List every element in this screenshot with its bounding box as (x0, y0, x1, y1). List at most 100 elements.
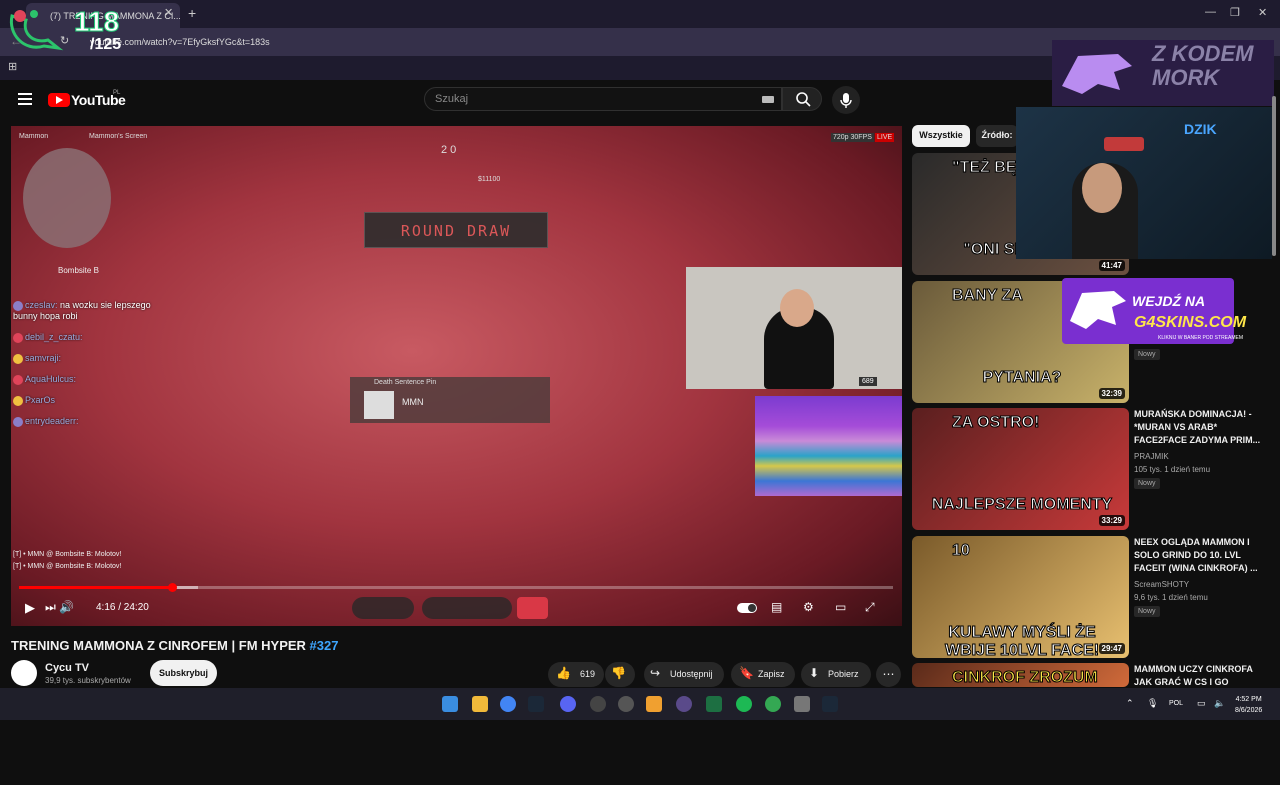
new-badge: Nowy (1134, 606, 1160, 617)
channel-name[interactable]: Cycu TV (45, 662, 89, 674)
game-money: $11100 (478, 176, 501, 183)
streamer-brand-overlay: Z KODEM MORK (1052, 40, 1274, 106)
counter-big: 118 (73, 6, 120, 38)
excel-icon[interactable] (706, 696, 722, 712)
scrollbar-thumb[interactable] (1272, 96, 1276, 256)
search-input[interactable]: Szukaj (424, 87, 782, 111)
tab-close-icon[interactable]: ✕ (164, 6, 173, 19)
theater-mode-icon[interactable]: ▭ (835, 600, 846, 614)
save-label: Zapisz (758, 669, 785, 679)
chip-source[interactable]: Źródło: (976, 125, 1018, 147)
panther-logo-icon (1062, 54, 1132, 94)
stream-source-2: Mammon's Screen (89, 133, 148, 140)
thumbs-down-icon: 👎 (611, 666, 626, 680)
stream-mic-controls[interactable] (352, 597, 414, 619)
discord-icon[interactable] (560, 696, 576, 712)
video-title-text: TRENING MAMMONA Z CINROFEM | FM HYPER (11, 638, 310, 653)
progress-played (19, 586, 172, 589)
thumbnail-text: NAJLEPSZE MOMENTY (931, 496, 1113, 514)
tray-chevron-icon[interactable]: ⌃ (1126, 698, 1134, 709)
minimize-icon[interactable]: — (1205, 6, 1216, 18)
chip-all[interactable]: Wszystkie (912, 125, 970, 147)
speaker-icon[interactable]: 🔈 (1214, 698, 1225, 709)
autoplay-toggle[interactable] (737, 603, 757, 613)
obs-icon[interactable] (676, 696, 692, 712)
chat-badge-icon (13, 353, 23, 364)
chat-badge-icon (13, 395, 23, 406)
minimap-label: Bombsite B (58, 266, 99, 275)
game-minimap (23, 148, 111, 248)
keyboard-language[interactable]: POL (1169, 700, 1183, 707)
clock[interactable]: 4:52 PM 8/6/2026 (1235, 694, 1262, 716)
start-icon[interactable] (442, 696, 458, 712)
brand-text-line: MORK (1152, 65, 1220, 90)
pin-notification: Death Sentence Pin MMN (350, 377, 550, 423)
recommendation-thumbnail[interactable]: 10 KULAWY MYŚLI ŻE WBIJE 10LVL FACE! 29:47 (912, 536, 1129, 658)
neon-sign (1104, 137, 1144, 151)
video-player[interactable]: Bombsite B Mammon Mammon's Screen 720p 3… (11, 126, 902, 626)
channel-avatar[interactable] (11, 660, 37, 686)
webcam-face (780, 289, 814, 327)
maximize-icon[interactable]: ❐ (1230, 6, 1240, 19)
recommendation-item[interactable]: ZA OSTRO! NAJLEPSZE MOMENTY 33:29 MURAŃSKA … (912, 408, 1272, 530)
steam-icon[interactable] (528, 696, 544, 712)
chrome-icon[interactable] (500, 696, 516, 712)
spotify-icon[interactable] (736, 696, 752, 712)
thumbnail-text: BANY ZA (952, 287, 1024, 305)
chrome-active-icon[interactable] (765, 696, 781, 712)
tray-mic-icon[interactable]: 🎙 (1147, 698, 1158, 709)
youtube-logo-icon[interactable] (48, 93, 70, 107)
recommendation-item[interactable]: CINKROF ZROZUM MAMMON UCZY CINKROFA JAK G… (912, 663, 1272, 785)
recommendation-channel[interactable]: ScreamSHOTY (1134, 580, 1189, 589)
stop-stream-button[interactable] (517, 597, 548, 619)
round-banner: ROUND DRAW (364, 212, 548, 248)
play-icon[interactable]: ▶ (25, 600, 35, 616)
chat-message: AquaHulcus: (13, 374, 163, 385)
menu-icon[interactable] (18, 93, 32, 105)
progress-scrubber[interactable] (167, 583, 177, 592)
facecam-face (1082, 163, 1122, 213)
recommendation-title[interactable]: NEEX OGLĄDA MAMMON I SOLO GRIND DO 10. L… (1134, 536, 1262, 575)
settings-app-icon[interactable] (794, 696, 810, 712)
brand-text-line: Z KODEM (1152, 41, 1254, 66)
new-badge: Nowy (1134, 478, 1160, 489)
fullscreen-icon[interactable]: ⤢ (865, 600, 875, 615)
facecam-overlay: DZIK (1016, 107, 1272, 259)
video-duration: 41:47 (1098, 260, 1125, 271)
steam-client-icon[interactable] (822, 696, 838, 712)
chat-message: debil_z_czatu: (13, 332, 163, 343)
next-icon[interactable]: ⏭ (45, 600, 56, 615)
recommendation-thumbnail[interactable]: CINKROF ZROZUM (912, 663, 1129, 687)
recommendation-meta: 105 tys. 1 dzień temu (1134, 465, 1211, 474)
settings-icon[interactable]: ⚙ (803, 600, 814, 614)
more-actions-button[interactable]: ⋯ (876, 662, 901, 687)
recommendation-channel[interactable]: PRAJMIK (1134, 452, 1169, 461)
pin-image (364, 391, 394, 419)
app-icon[interactable] (646, 696, 662, 712)
recommendation-title[interactable]: MURAŃSKA DOMINACJA! - *MURAN VS ARAB* FA… (1134, 408, 1262, 447)
stream-chat: czeslav: na wozku sie lepszego bunny hop… (13, 300, 163, 437)
app-icon[interactable] (590, 696, 606, 712)
app-icon[interactable] (618, 696, 634, 712)
url-input[interactable]: youtube.com/watch?v=7EfyGksfYGc&t=183s (84, 33, 1104, 51)
progress-bar[interactable] (19, 583, 893, 592)
stream-tool-controls[interactable] (422, 597, 512, 619)
keyboard-icon[interactable] (762, 96, 774, 103)
recommendation-thumbnail[interactable]: ZA OSTRO! NAJLEPSZE MOMENTY 33:29 (912, 408, 1129, 530)
volume-icon[interactable]: 🔊 (59, 600, 74, 614)
recommendation-item[interactable]: 10 KULAWY MYŚLI ŻE WBIJE 10LVL FACE! 29:47… (912, 536, 1272, 658)
network-icon[interactable]: ▭ (1197, 698, 1206, 709)
subscribe-button[interactable]: Subskrybuj (150, 660, 217, 686)
window-close-icon[interactable]: ✕ (1258, 6, 1267, 19)
video-duration: 33:29 (1098, 515, 1125, 526)
time-display: 4:16 / 24:20 (96, 602, 149, 613)
search-button[interactable] (782, 87, 822, 111)
channel-subscribers: 39,9 tys. subskrybentów (45, 676, 131, 685)
file-explorer-icon[interactable] (472, 696, 488, 712)
apps-grid-icon[interactable]: ⊞ (8, 60, 17, 73)
new-tab-icon[interactable]: + (188, 5, 196, 21)
chat-badge-icon (13, 416, 23, 427)
subtitles-icon[interactable]: ▤ (771, 600, 782, 614)
video-hashtag[interactable]: #327 (310, 638, 339, 653)
voice-search-button[interactable] (832, 86, 860, 114)
